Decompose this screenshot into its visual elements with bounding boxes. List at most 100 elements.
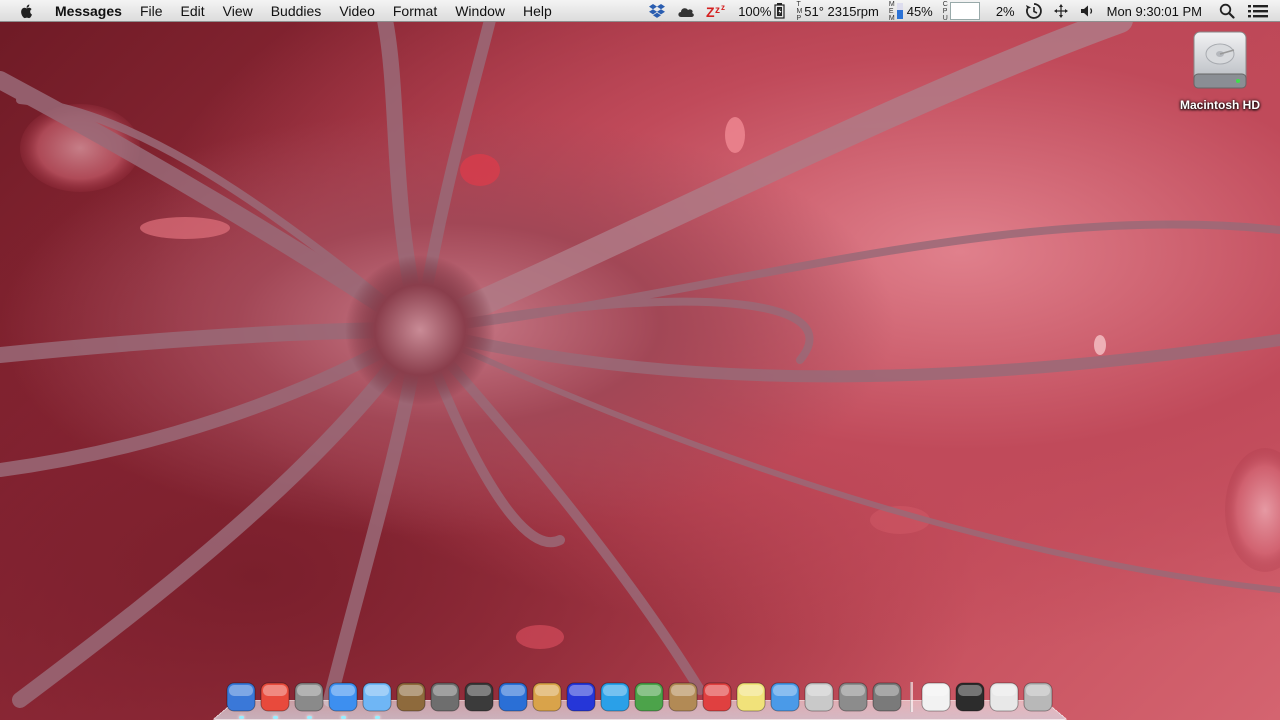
word-icon — [498, 682, 528, 712]
memory-bar-icon — [896, 3, 903, 19]
desktop-icon-label: Macintosh HD — [1179, 98, 1260, 112]
arrows-move-icon — [1053, 4, 1068, 18]
menu-buddies[interactable]: Buddies — [262, 0, 331, 22]
memory-percent: 45% — [906, 3, 933, 19]
dock-item-launchpad[interactable] — [430, 682, 460, 712]
dock-item-trash[interactable] — [1023, 682, 1053, 712]
app-store-icon — [770, 682, 800, 712]
search-icon — [1219, 3, 1235, 19]
dock-item-document[interactable] — [921, 682, 951, 712]
volume-status[interactable] — [1079, 0, 1097, 22]
dock-item-finder[interactable] — [226, 682, 256, 719]
spotlight[interactable] — [1219, 0, 1235, 22]
trash-icon — [1023, 682, 1053, 712]
cpu-graph — [949, 2, 980, 20]
desktop-icon-macintosh-hd[interactable]: Macintosh HD — [1172, 30, 1268, 112]
menu-video[interactable]: Video — [330, 0, 384, 22]
dropbox-status[interactable] — [648, 0, 666, 22]
temp-label: T M P — [796, 0, 803, 22]
utility-icon — [838, 682, 868, 712]
dock-item-word[interactable] — [498, 682, 528, 712]
mail-stamp-icon — [294, 682, 324, 712]
list-menu-icon — [1248, 5, 1268, 18]
memory-status[interactable]: M E M 45% — [889, 0, 933, 22]
time-machine-icon — [1025, 3, 1042, 19]
dock-item-calendar[interactable] — [702, 682, 732, 712]
dock-item-system-preferences[interactable] — [872, 682, 902, 712]
dock-separator — [910, 682, 913, 712]
address-book-icon — [668, 682, 698, 712]
memory-label: M E M — [888, 0, 895, 22]
running-indicator — [375, 716, 380, 719]
document-icon — [921, 682, 951, 712]
dock-item-browser-window[interactable] — [989, 682, 1019, 712]
neuron-wallpaper — [0, 7, 1280, 708]
dock-item-utorrent[interactable] — [634, 682, 664, 712]
weather-status[interactable] — [676, 0, 696, 22]
preview-icon — [804, 682, 834, 712]
cpu-label: C P U — [942, 0, 948, 22]
sleep-status[interactable]: Z z z — [706, 0, 728, 22]
menu-file[interactable]: File — [131, 0, 172, 22]
dock-item-preview[interactable] — [804, 682, 834, 712]
launchpad-icon — [430, 682, 460, 712]
svg-text:z: z — [721, 3, 725, 12]
temperature-status[interactable]: T M P 51° 2315rpm — [796, 0, 878, 22]
dock-item-itunes[interactable] — [328, 682, 358, 719]
battery-icon — [774, 3, 786, 19]
system-preferences-icon — [872, 682, 902, 712]
dock-item-messages[interactable] — [362, 682, 392, 719]
menu-window[interactable]: Window — [446, 0, 514, 22]
itunes-icon — [328, 682, 358, 712]
dock-item-photo-booth[interactable] — [464, 682, 494, 712]
browser-window-icon — [989, 682, 1019, 712]
speaker-volume-icon — [1080, 5, 1092, 17]
notification-center[interactable] — [1248, 0, 1268, 22]
hard-drive-icon — [1193, 31, 1247, 89]
dock-item-screen-sharing[interactable] — [955, 682, 985, 712]
three-icon — [600, 682, 630, 712]
dock-item-sandwich[interactable] — [532, 682, 562, 712]
messages-icon — [362, 682, 392, 712]
finder-icon — [226, 682, 256, 712]
running-indicator — [341, 716, 346, 719]
calendar-icon — [702, 682, 732, 712]
cpu-status[interactable]: C P U 2% — [943, 0, 1015, 22]
menu-edit[interactable]: Edit — [172, 0, 214, 22]
move-status[interactable] — [1053, 0, 1069, 22]
menu-app-name[interactable]: Messages — [46, 0, 131, 22]
chrome-icon — [260, 682, 290, 712]
desktop: Messages File Edit View Buddies Video Fo… — [0, 0, 1280, 720]
running-indicator — [273, 716, 278, 719]
sleep-zzz-icon: Z z z — [706, 3, 725, 19]
sandwich-icon — [532, 682, 562, 712]
dock-item-stickies[interactable] — [736, 682, 766, 712]
temp-fan-readout: 51° 2315rpm — [804, 3, 879, 19]
cloud-icon — [678, 8, 695, 17]
menu-format[interactable]: Format — [384, 0, 446, 22]
dock-item-iphoto[interactable] — [396, 682, 426, 712]
dock-item-address-book[interactable] — [668, 682, 698, 712]
apple-logo-icon[interactable] — [18, 2, 36, 20]
dock-item-mail-stamp[interactable] — [294, 682, 324, 719]
battery-status[interactable]: 100% — [738, 0, 786, 22]
dock-item-app-store[interactable] — [770, 682, 800, 712]
menu-view[interactable]: View — [214, 0, 262, 22]
dock-item-smiley[interactable] — [566, 682, 596, 712]
clock-text: Mon 9:30:01 PM — [1106, 3, 1202, 19]
clock[interactable]: Mon 9:30:01 PM — [1107, 0, 1202, 22]
dock-icons — [226, 680, 1057, 719]
dock-item-chrome[interactable] — [260, 682, 290, 719]
dock-item-utility[interactable] — [838, 682, 868, 712]
screen-sharing-icon — [955, 682, 985, 712]
svg-text:z: z — [715, 5, 720, 16]
dock-item-three[interactable] — [600, 682, 630, 712]
running-indicator — [239, 716, 244, 719]
running-indicator — [307, 716, 312, 719]
menu-help[interactable]: Help — [514, 0, 561, 22]
iphoto-icon — [396, 682, 426, 712]
stickies-icon — [736, 682, 766, 712]
utorrent-icon — [634, 682, 664, 712]
time-machine-status[interactable] — [1025, 0, 1043, 22]
smiley-icon — [566, 682, 596, 712]
